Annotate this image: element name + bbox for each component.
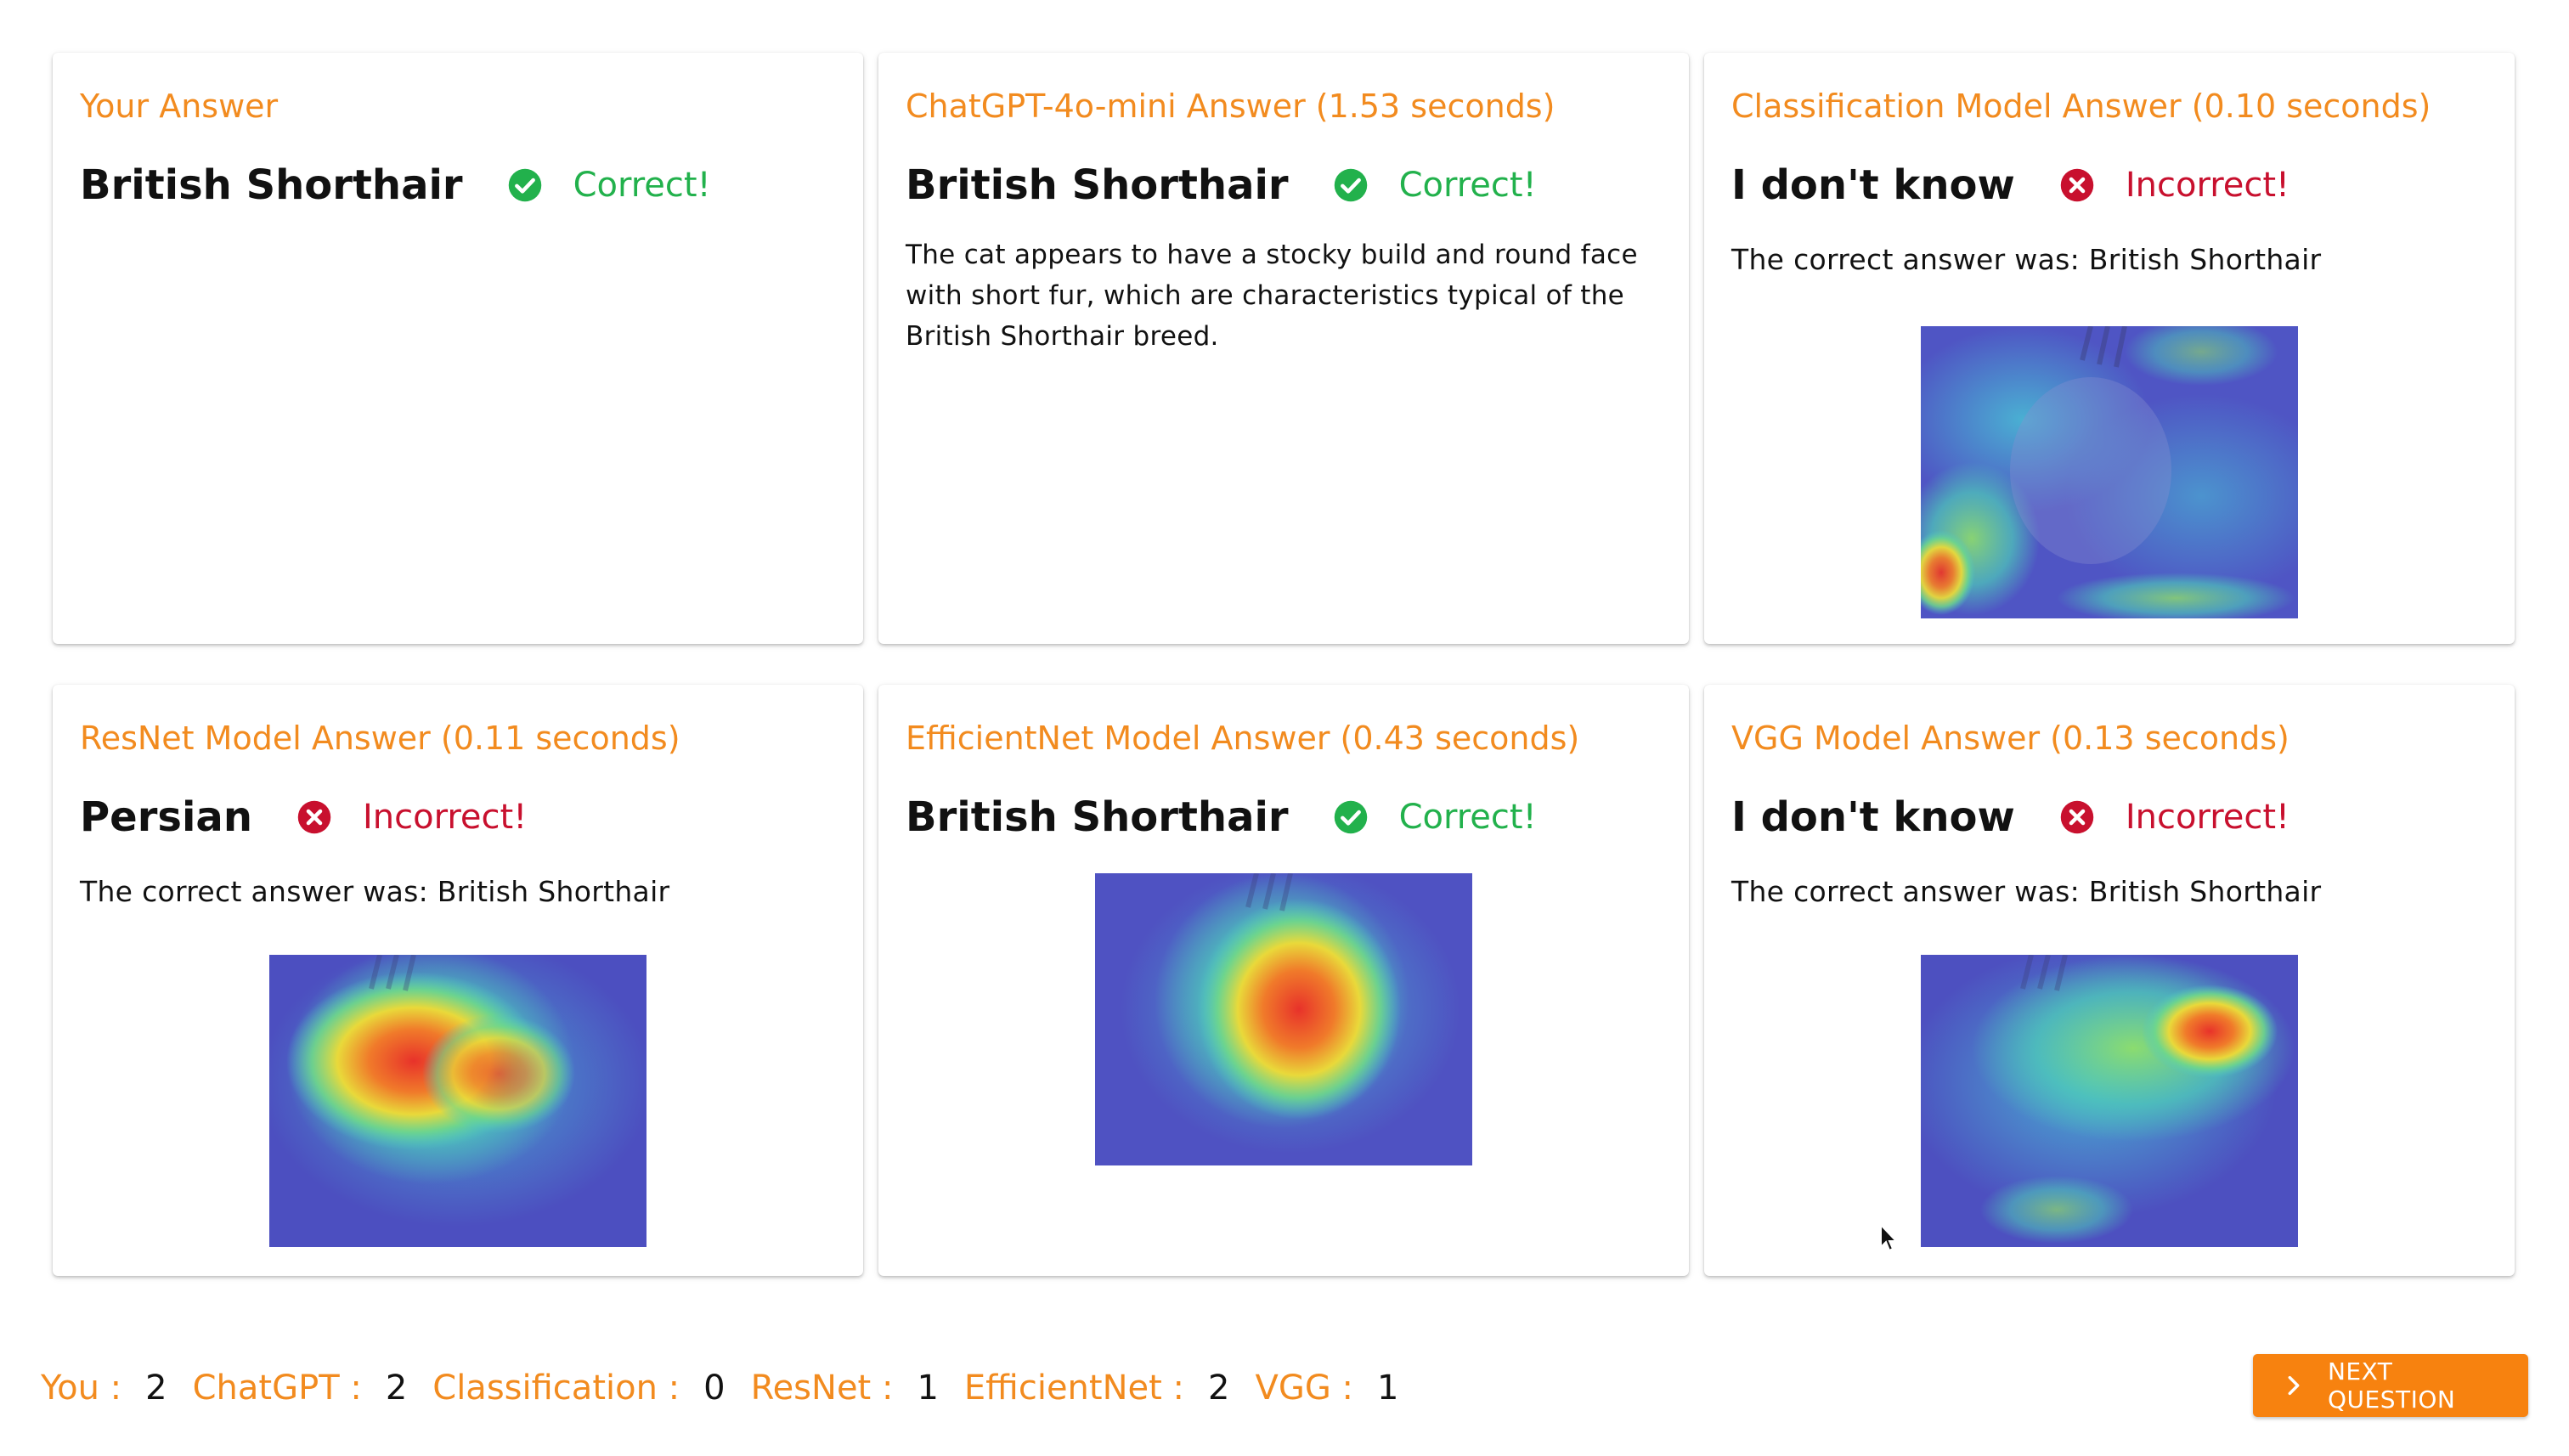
answer-text: British Shorthair — [80, 161, 463, 209]
efficientnet-answer-card: EfficientNet Model Answer (0.43 seconds)… — [878, 685, 1689, 1276]
correct-answer-text: The correct answer was: British Shorthai… — [1731, 875, 2322, 908]
answer-row: British Shorthair Correct! — [906, 155, 1662, 216]
card-title: ResNet Model Answer (0.11 seconds) — [80, 720, 680, 757]
heatmap-image — [1095, 873, 1472, 1165]
answer-text: I don't know — [1731, 793, 2015, 841]
x-circle-icon — [2059, 799, 2095, 835]
score-value-efficientnet: 2 — [1208, 1369, 1230, 1408]
answer-row: I don't know Incorrect! — [1731, 155, 2487, 216]
x-circle-icon — [2059, 167, 2095, 203]
status-correct: Correct! — [1398, 166, 1537, 205]
score-label-classification: Classification : — [432, 1369, 680, 1408]
status-incorrect: Incorrect! — [2125, 166, 2290, 205]
check-circle-icon — [1333, 167, 1369, 203]
score-label-vgg: VGG : — [1255, 1369, 1353, 1408]
explanation-text: The cat appears to have a stocky build a… — [906, 240, 1638, 352]
answer-row: I don't know Incorrect! — [1731, 787, 2487, 848]
answer-text: Persian — [80, 793, 252, 841]
heatmap-image — [269, 955, 646, 1247]
classification-answer-card: Classification Model Answer (0.10 second… — [1704, 53, 2515, 644]
status-correct: Correct! — [573, 166, 711, 205]
next-question-label: NEXT QUESTION — [2327, 1357, 2456, 1414]
status-incorrect: Incorrect! — [2125, 798, 2290, 837]
answer-row: Persian Incorrect! — [80, 787, 836, 848]
score-label-resnet: ResNet : — [750, 1369, 894, 1408]
correct-answer-text: The correct answer was: British Shorthai… — [80, 875, 670, 908]
card-title: ChatGPT-4o-mini Answer (1.53 seconds) — [906, 87, 1556, 125]
vgg-answer-card: VGG Model Answer (0.13 seconds) I don't … — [1704, 685, 2515, 1276]
your-answer-card: Your Answer British Shorthair Correct! — [53, 53, 863, 644]
score-value-resnet: 1 — [917, 1369, 939, 1408]
answer-text: I don't know — [1731, 161, 2015, 209]
chevron-right-icon — [2288, 1375, 2300, 1396]
answer-row: British Shorthair Correct! — [80, 155, 836, 216]
score-value-you: 2 — [145, 1369, 167, 1408]
answer-text: British Shorthair — [906, 161, 1289, 209]
correct-answer-text: The correct answer was: British Shorthai… — [1731, 243, 2322, 276]
card-title: EfficientNet Model Answer (0.43 seconds) — [906, 720, 1580, 757]
resnet-answer-card: ResNet Model Answer (0.11 seconds) Persi… — [53, 685, 863, 1276]
score-value-classification: 0 — [703, 1369, 726, 1408]
answer-row: British Shorthair Correct! — [906, 787, 1662, 848]
status-correct: Correct! — [1398, 798, 1537, 837]
card-title: Your Answer — [80, 87, 279, 125]
heatmap-image — [1921, 326, 2298, 618]
answer-cards-grid: Your Answer British Shorthair Correct! C… — [53, 53, 2516, 1278]
heatmap-image — [1921, 955, 2298, 1247]
score-value-chatgpt: 2 — [385, 1369, 408, 1408]
score-label-chatgpt: ChatGPT : — [192, 1369, 362, 1408]
score-value-vgg: 1 — [1377, 1369, 1399, 1408]
x-circle-icon — [296, 799, 332, 835]
answer-text: British Shorthair — [906, 793, 1289, 841]
check-circle-icon — [1333, 799, 1369, 835]
check-circle-icon — [507, 167, 543, 203]
status-incorrect: Incorrect! — [363, 798, 528, 837]
score-label-you: You : — [41, 1369, 122, 1408]
score-label-efficientnet: EfficientNet : — [963, 1369, 1184, 1408]
next-question-button[interactable]: NEXT QUESTION — [2253, 1354, 2528, 1417]
score-bar: You : 2 ChatGPT : 2 Classification : 0 R… — [41, 1354, 1424, 1422]
card-title: Classification Model Answer (0.10 second… — [1731, 87, 2431, 125]
mouse-pointer-icon — [1880, 1223, 1899, 1252]
chatgpt-answer-card: ChatGPT-4o-mini Answer (1.53 seconds) Br… — [878, 53, 1689, 644]
card-title: VGG Model Answer (0.13 seconds) — [1731, 720, 2290, 757]
